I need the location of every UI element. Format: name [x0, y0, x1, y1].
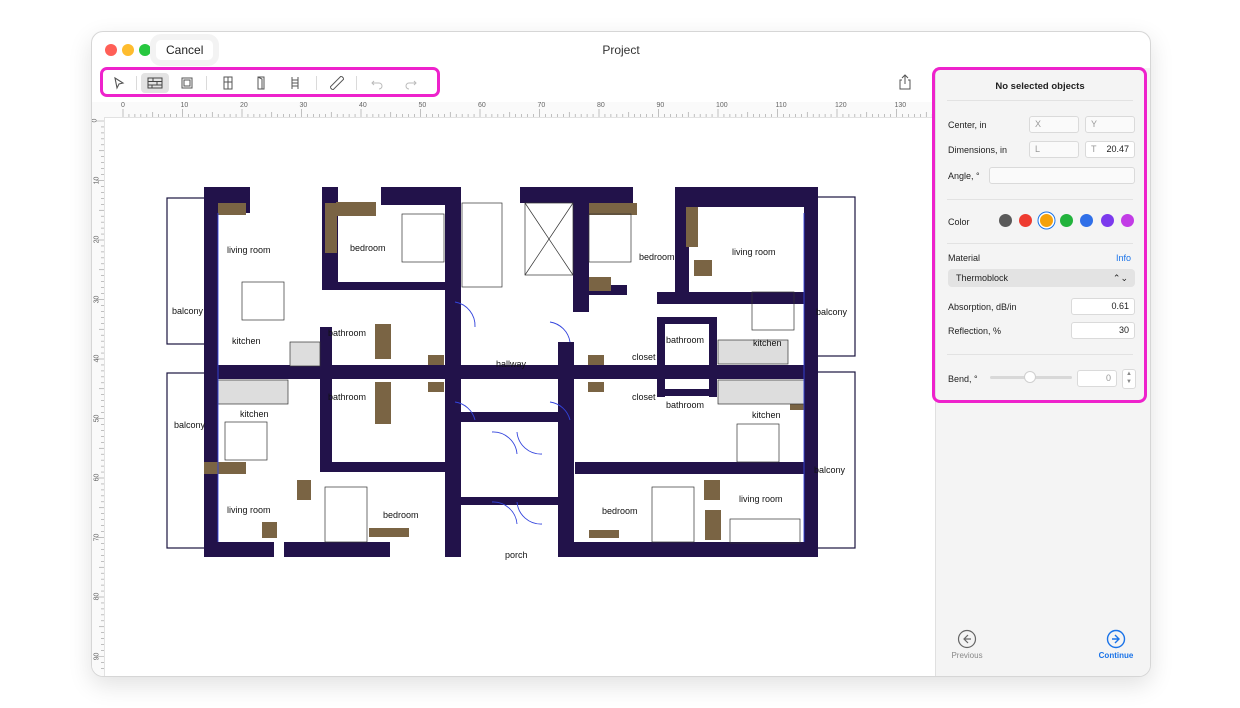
dimension-t-value: 20.47: [1106, 144, 1129, 154]
color-swatch[interactable]: [1120, 214, 1134, 227]
angle-label: Angle, °: [948, 171, 980, 181]
redo-button[interactable]: [399, 73, 423, 93]
redo-icon: [405, 80, 417, 90]
stairs-tool-button[interactable]: [283, 73, 307, 93]
arrow-right-circle-icon: [1106, 629, 1126, 649]
pointer-arrow-icon: [114, 76, 125, 90]
toolbar-divider: [356, 76, 357, 90]
center-x-input[interactable]: X: [1029, 116, 1079, 133]
window-tool-button[interactable]: [216, 73, 240, 93]
room-label: kitchen: [753, 338, 782, 348]
exterior-walls: [204, 187, 818, 557]
measure-tool-button[interactable]: [325, 73, 349, 93]
divider: [947, 199, 1133, 200]
divider: [947, 100, 1133, 101]
dimension-t-input[interactable]: T 20.47: [1085, 141, 1135, 158]
stepper-down-icon[interactable]: ▼: [1123, 378, 1135, 386]
floor-plan[interactable]: living room bedroom bedroom living room …: [92, 102, 935, 676]
divider: [947, 354, 1133, 355]
color-label: Color: [948, 217, 970, 227]
select-tool-button[interactable]: [107, 73, 131, 93]
room-label: hallway: [496, 359, 527, 369]
toolbar-divider: [316, 76, 317, 90]
room-square-icon: [181, 77, 193, 89]
room-label: bedroom: [350, 243, 386, 253]
room-label: bathroom: [666, 400, 704, 410]
panel-header: No selected objects: [995, 81, 1085, 92]
center-label: Center, in: [948, 120, 987, 130]
room-label: bedroom: [383, 510, 419, 520]
bend-slider-knob[interactable]: [1024, 371, 1036, 383]
room-label: porch: [505, 550, 528, 560]
bend-label: Bend, °: [948, 374, 978, 384]
room-label: bathroom: [666, 335, 704, 345]
dimension-t-prefix: T: [1091, 144, 1097, 154]
room-label: closet: [632, 352, 656, 362]
center-y-input[interactable]: Y: [1085, 116, 1135, 133]
arrow-left-circle-icon: [957, 629, 977, 649]
bend-input[interactable]: 0: [1077, 370, 1117, 387]
toolbar-divider: [136, 76, 137, 90]
room-label: bathroom: [328, 392, 366, 402]
door-tool-button[interactable]: [249, 73, 273, 93]
room-label: closet: [632, 392, 656, 402]
color-swatch[interactable]: [1059, 214, 1073, 227]
material-label: Material: [948, 253, 981, 263]
toolbar-divider: [206, 76, 207, 90]
color-swatch[interactable]: [1039, 214, 1053, 227]
divider: [947, 243, 1133, 244]
material-info-link[interactable]: Info: [1116, 253, 1131, 263]
dimensions-label: Dimensions, in: [948, 145, 1008, 155]
color-swatch[interactable]: [1100, 214, 1114, 227]
drawing-toolbar: [100, 67, 440, 97]
room-label: bedroom: [639, 252, 675, 262]
room-label: kitchen: [752, 410, 781, 420]
stairs-icon: [291, 77, 299, 89]
undo-icon: [371, 80, 383, 90]
bend-slider[interactable]: [990, 371, 1072, 383]
room-label: balcony: [816, 307, 848, 317]
room-label: bedroom: [602, 506, 638, 516]
share-button[interactable]: [898, 74, 918, 96]
wall-tool-button[interactable]: [141, 73, 169, 93]
room-label: balcony: [814, 465, 846, 475]
room-label: bathroom: [328, 328, 366, 338]
continue-label: Continue: [1098, 651, 1134, 660]
room-label: living room: [739, 494, 783, 504]
drawing-canvas[interactable]: 0102030405060708090100110120130140 01020…: [92, 102, 1004, 676]
window-icon: [223, 76, 233, 90]
undo-button[interactable]: [365, 73, 389, 93]
share-icon: [899, 74, 911, 90]
room-tool-button[interactable]: [175, 73, 199, 93]
absorption-label: Absorption, dB/in: [948, 302, 1017, 312]
room-label: living room: [732, 247, 776, 257]
stepper-up-icon[interactable]: ▲: [1123, 370, 1135, 378]
window-title: Project: [602, 43, 640, 57]
room-label: kitchen: [240, 409, 269, 419]
angle-input[interactable]: [989, 167, 1135, 184]
chevron-up-down-icon: ⌃⌄: [1112, 273, 1128, 283]
bend-stepper[interactable]: ▲ ▼: [1122, 369, 1136, 389]
brick-wall-icon: [147, 77, 163, 89]
title-bar: Cancel Project: [92, 32, 1150, 68]
material-select[interactable]: Thermoblock ⌃⌄: [948, 269, 1135, 287]
previous-label: Previous: [951, 651, 983, 660]
room-label: living room: [227, 245, 271, 255]
material-select-value: Thermoblock: [956, 273, 1009, 283]
absorption-input[interactable]: 0.61: [1071, 298, 1135, 315]
color-swatch[interactable]: [999, 214, 1012, 227]
reflection-input[interactable]: 30: [1071, 322, 1135, 339]
reflection-label: Reflection, %: [948, 326, 1002, 336]
room-label: kitchen: [232, 336, 261, 346]
room-label: balcony: [174, 420, 206, 430]
dimension-l-input[interactable]: L: [1029, 141, 1079, 158]
previous-button[interactable]: Previous: [937, 629, 997, 660]
ruler-icon: [330, 76, 344, 90]
room-label: balcony: [172, 306, 204, 316]
continue-button[interactable]: Continue: [1086, 629, 1146, 660]
room-label: living room: [227, 505, 271, 515]
door-icon: [257, 76, 265, 90]
